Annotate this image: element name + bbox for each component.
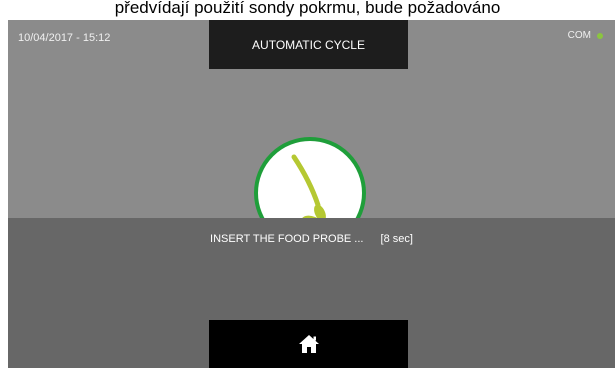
probe-message-text: INSERT THE FOOD PROBE ...	[210, 233, 364, 245]
home-icon	[298, 335, 319, 353]
com-indicator-dot	[597, 32, 603, 39]
page-title-box: AUTOMATIC CYCLE	[209, 20, 408, 69]
com-label: COM	[567, 30, 591, 41]
home-button[interactable]	[209, 320, 408, 368]
page-title: AUTOMATIC CYCLE	[252, 37, 365, 52]
datetime-label: 10/04/2017 - 15:12	[18, 32, 111, 44]
probe-message: INSERT THE FOOD PROBE ... [8 sec]	[8, 233, 615, 245]
document-caption: předvídají použití sondy pokrmu, bude po…	[114, 0, 501, 17]
com-status: COM	[568, 30, 603, 41]
oven-screen: 10/04/2017 - 15:12 AUTOMATIC CYCLE COM I…	[8, 20, 615, 368]
countdown-timer: [8 sec]	[380, 233, 413, 245]
